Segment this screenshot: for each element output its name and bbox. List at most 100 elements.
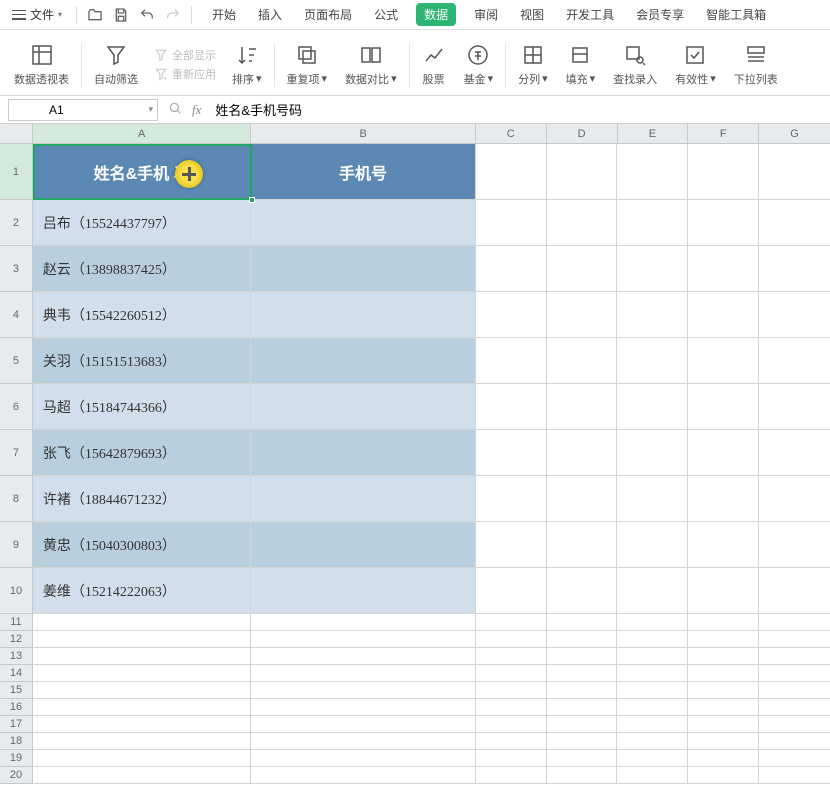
cell-A9[interactable]: 黄忠（15040300803） <box>33 522 251 568</box>
tab-data[interactable]: 数据 <box>416 3 456 26</box>
dropdown-list-button[interactable]: 下拉列表 <box>728 35 784 95</box>
cell-G1[interactable] <box>759 144 830 200</box>
col-header-F[interactable]: F <box>688 124 759 143</box>
cell-B1[interactable]: 手机号 <box>251 144 475 200</box>
tab-formula[interactable]: 公式 <box>370 1 402 28</box>
tab-review[interactable]: 审阅 <box>470 1 502 28</box>
cell-B10[interactable] <box>251 568 475 614</box>
row-header-10[interactable]: 10 <box>0 568 33 614</box>
validation-icon <box>683 43 707 67</box>
ribbon: 数据透视表 自动筛选 全部显示 重新应用 排序▾ 重复项▾ 数据对比▾ 股票 基… <box>0 30 830 96</box>
autofilter-button[interactable]: 自动筛选 <box>88 35 144 95</box>
cell-B6[interactable] <box>251 384 475 430</box>
split-button[interactable]: 分列▾ <box>512 35 554 95</box>
find-input-button[interactable]: 查找录入 <box>607 35 663 95</box>
col-header-G[interactable]: G <box>759 124 830 143</box>
cell-A2[interactable]: 吕布（15524437797） <box>33 200 251 246</box>
cell-B8[interactable] <box>251 476 475 522</box>
fill-handle[interactable] <box>249 197 255 203</box>
row-header-14[interactable]: 14 <box>0 665 33 682</box>
col-header-D[interactable]: D <box>547 124 618 143</box>
col-header-C[interactable]: C <box>476 124 547 143</box>
validation-button[interactable]: 有效性▾ <box>669 35 722 95</box>
cell-B3[interactable] <box>251 246 475 292</box>
hamburger-icon <box>12 10 26 20</box>
cell-B5[interactable] <box>251 338 475 384</box>
name-box[interactable]: ▾ <box>8 99 158 121</box>
show-all-button[interactable]: 全部显示 <box>154 47 216 63</box>
cell-A1[interactable]: 姓名&手机 马 <box>33 144 251 200</box>
col-header-B[interactable]: B <box>251 124 475 143</box>
row-header-7[interactable]: 7 <box>0 430 33 476</box>
reapply-button[interactable]: 重新应用 <box>154 66 216 82</box>
data-compare-button[interactable]: 数据对比▾ <box>339 35 403 95</box>
cell-A3[interactable]: 赵云（13898837425） <box>33 246 251 292</box>
row-header-15[interactable]: 15 <box>0 682 33 699</box>
row-header-12[interactable]: 12 <box>0 631 33 648</box>
cell-B2[interactable] <box>251 200 475 246</box>
select-all-corner[interactable] <box>0 124 33 143</box>
stock-button[interactable]: 股票 <box>416 35 452 95</box>
file-menu[interactable]: 文件 ▾ <box>6 3 68 26</box>
row-header-3[interactable]: 3 <box>0 246 33 292</box>
save-icon[interactable] <box>113 7 129 23</box>
cell-A7[interactable]: 张飞（15642879693） <box>33 430 251 476</box>
formula-bar: ▾ fx <box>0 96 830 124</box>
cell-F1[interactable] <box>688 144 759 200</box>
row-header-1[interactable]: 1 <box>0 144 33 200</box>
row-header-11[interactable]: 11 <box>0 614 33 631</box>
undo-icon[interactable] <box>139 7 155 23</box>
row-header-8[interactable]: 8 <box>0 476 33 522</box>
sort-button[interactable]: 排序▾ <box>226 35 268 95</box>
row-header-17[interactable]: 17 <box>0 716 33 733</box>
tab-vip[interactable]: 会员专享 <box>632 1 688 28</box>
row-header-16[interactable]: 16 <box>0 699 33 716</box>
cell-E1[interactable] <box>617 144 688 200</box>
row-header-20[interactable]: 20 <box>0 767 33 784</box>
cell-B9[interactable] <box>251 522 475 568</box>
fill-button[interactable]: 填充▾ <box>560 35 602 95</box>
split-icon <box>521 43 545 67</box>
row-header-6[interactable]: 6 <box>0 384 33 430</box>
cell-B7[interactable] <box>251 430 475 476</box>
formula-input[interactable] <box>211 102 830 117</box>
name-box-input[interactable] <box>9 103 157 117</box>
caret-down-icon: ▾ <box>58 10 62 19</box>
tab-smarttools[interactable]: 智能工具箱 <box>702 1 770 28</box>
caret-down-icon[interactable]: ▾ <box>148 104 153 115</box>
cell-A6[interactable]: 马超（15184744366） <box>33 384 251 430</box>
cell-A10[interactable]: 姜维（15214222063） <box>33 568 251 614</box>
redo-icon[interactable] <box>165 7 181 23</box>
row-header-18[interactable]: 18 <box>0 733 33 750</box>
pivot-icon <box>30 43 54 67</box>
duplicates-button[interactable]: 重复项▾ <box>281 35 334 95</box>
cancel-icon[interactable] <box>168 101 182 118</box>
tab-view[interactable]: 视图 <box>516 1 548 28</box>
tab-start[interactable]: 开始 <box>208 1 240 28</box>
sort-icon <box>235 43 259 67</box>
row-header-2[interactable]: 2 <box>0 200 33 246</box>
col-header-A[interactable]: A <box>33 124 251 143</box>
row-header-13[interactable]: 13 <box>0 648 33 665</box>
quick-access-toolbar <box>76 6 192 24</box>
cell-C1[interactable] <box>476 144 547 200</box>
row-header-5[interactable]: 5 <box>0 338 33 384</box>
tab-pagelayout[interactable]: 页面布局 <box>300 1 356 28</box>
file-label: 文件 <box>30 6 54 23</box>
cell-A5[interactable]: 关羽（15151513683） <box>33 338 251 384</box>
cell-B4[interactable] <box>251 292 475 338</box>
row-header-19[interactable]: 19 <box>0 750 33 767</box>
fx-icon[interactable]: fx <box>192 102 201 118</box>
spreadsheet-grid[interactable]: A B C D E F G 1 姓名&手机 马 手机号 2吕布（15524437… <box>0 124 830 784</box>
tab-dev[interactable]: 开发工具 <box>562 1 618 28</box>
open-icon[interactable] <box>87 7 103 23</box>
cell-A8[interactable]: 许褚（18844671232） <box>33 476 251 522</box>
cell-D1[interactable] <box>547 144 618 200</box>
col-header-E[interactable]: E <box>618 124 689 143</box>
row-header-9[interactable]: 9 <box>0 522 33 568</box>
fund-button[interactable]: 基金▾ <box>458 35 500 95</box>
cell-A4[interactable]: 典韦（15542260512） <box>33 292 251 338</box>
pivot-button[interactable]: 数据透视表 <box>8 35 75 95</box>
row-header-4[interactable]: 4 <box>0 292 33 338</box>
tab-insert[interactable]: 插入 <box>254 1 286 28</box>
